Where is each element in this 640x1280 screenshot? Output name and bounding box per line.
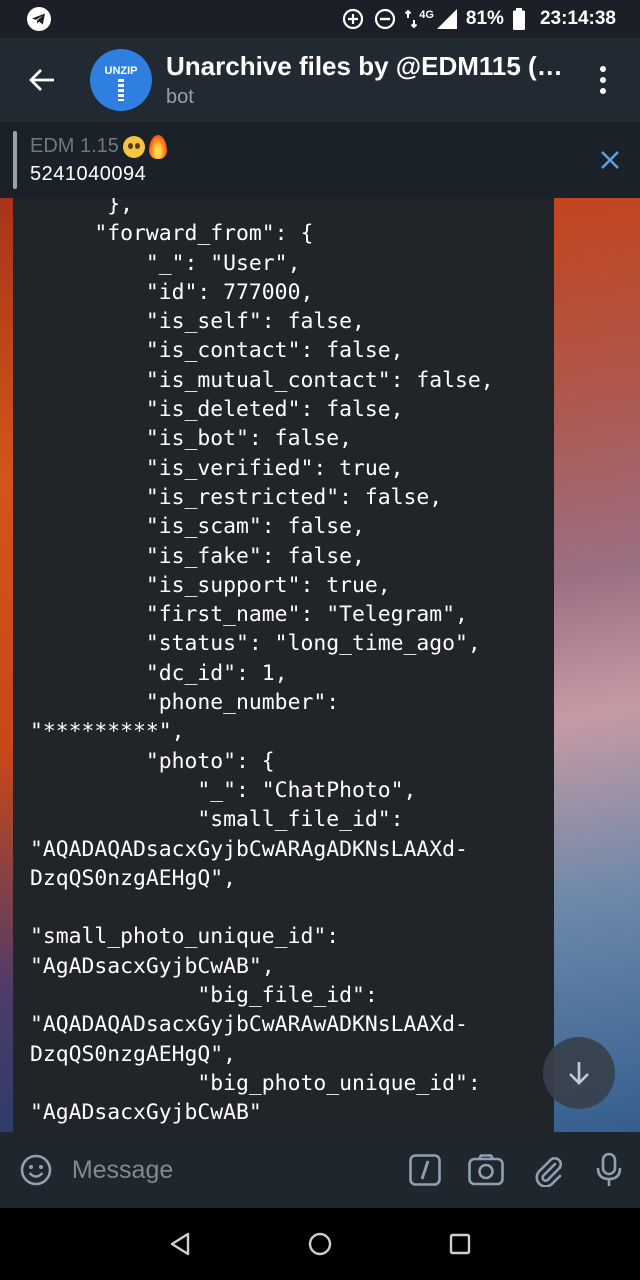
status-bar: 4G 81% 23:14:38 <box>0 0 640 38</box>
more-options-button[interactable] <box>566 38 640 122</box>
message-line <box>30 893 554 922</box>
message-composer <box>0 1132 640 1208</box>
reply-content: EDM 1.15 5241040094 <box>30 134 580 186</box>
nav-home-button[interactable] <box>292 1216 348 1272</box>
more-vert-icon <box>600 66 606 72</box>
arrow-down-icon <box>569 1062 589 1085</box>
message-line: "is_verified": true, <box>30 455 404 481</box>
nav-back-button[interactable] <box>152 1216 208 1272</box>
battery-icon <box>512 7 526 31</box>
message-line: "_": "User", <box>30 250 301 276</box>
reply-author: EDM 1.15 <box>30 134 580 159</box>
message-line: "is_bot": false, <box>30 426 352 452</box>
camera-icon <box>468 1154 504 1186</box>
message-line: "is_deleted": false, <box>30 397 404 423</box>
battery-percent: 81% <box>465 8 504 29</box>
message-line: "is_support": true, <box>30 572 391 598</box>
dnd-icon <box>373 7 397 31</box>
message-line: "is_self": false, <box>30 309 365 335</box>
zipper-icon <box>118 79 124 101</box>
network-type-label: 4G <box>419 9 434 21</box>
camera-button[interactable] <box>455 1132 517 1208</box>
data-saver-icon <box>341 7 365 31</box>
back-arrow-icon <box>29 69 54 91</box>
message-line: DzqQS0nzgAEHgQ", <box>30 865 237 891</box>
bot-command-button[interactable] <box>394 1132 456 1208</box>
message-line: "big_file_id": <box>30 983 378 1009</box>
reply-author-name: EDM 1.15 <box>30 135 119 157</box>
message-line: "small_photo_unique_id": <box>30 924 340 950</box>
message-line: DzqQS0nzgAEHgQ", <box>30 1041 237 1067</box>
chat-messages-area[interactable]: }, "forward_from": { "_": "User", "id": … <box>0 198 640 1132</box>
pleading-face-emoji-icon <box>122 135 145 158</box>
chat-subtitle: bot <box>166 86 194 108</box>
nav-recents-icon <box>449 1233 471 1255</box>
attach-icon <box>535 1157 562 1187</box>
message-line: "is_restricted": false, <box>30 484 443 510</box>
close-reply-button[interactable] <box>580 122 640 198</box>
bot-command-icon <box>408 1154 441 1186</box>
message-line: "status": "long_time_ago", <box>30 631 481 657</box>
message-line: "AQADAQADsacxGyjbCwARAwADKNsLAAXd- <box>30 1012 468 1038</box>
emoji-icon <box>20 1154 52 1186</box>
clock: 23:14:38 <box>539 8 616 29</box>
nav-home-icon <box>308 1232 332 1256</box>
message-input[interactable] <box>71 1132 394 1208</box>
message-line: "small_file_id": <box>30 807 404 833</box>
chat-title-block[interactable]: Unarchive files by @EDM115 (… bot <box>166 51 566 109</box>
nav-recents-button[interactable] <box>432 1216 488 1272</box>
message-line: "dc_id": 1, <box>30 660 288 686</box>
telegram-icon <box>26 6 52 32</box>
message-line: }, <box>30 198 134 217</box>
message-line: "is_scam": false, <box>30 514 365 540</box>
message-line: "big_photo_unique_id": <box>30 1070 481 1096</box>
message-line: "AgADsacxGyjbCwAB" <box>30 1100 262 1126</box>
message-line: "photo": { <box>30 748 275 774</box>
message-line: "AgADsacxGyjbCwAB", <box>30 953 275 979</box>
back-button[interactable] <box>0 38 84 122</box>
voice-record-button[interactable] <box>578 1132 640 1208</box>
system-navigation-bar <box>0 1208 640 1280</box>
message-line: "forward_from": { <box>30 221 314 247</box>
message-line: "*********", <box>30 719 185 745</box>
message-line: "id": 777000, <box>30 279 314 305</box>
avatar-label: UNZIP <box>104 65 138 77</box>
mic-icon <box>596 1152 622 1186</box>
message-line: "phone_number": <box>30 690 340 716</box>
reply-preview-bar[interactable]: EDM 1.15 5241040094 <box>0 122 640 198</box>
message-line: "AQADAQADsacxGyjbCwARAgADKNsLAAXd- <box>30 836 468 862</box>
message-line: "first_name": "Telegram", <box>30 602 468 628</box>
message-text: }, "forward_from": { "_": "User", "id": … <box>13 198 554 1128</box>
reply-indicator-line <box>13 131 17 189</box>
close-icon <box>601 151 619 169</box>
avatar[interactable]: UNZIP <box>90 49 152 111</box>
message-bubble[interactable]: }, "forward_from": { "_": "User", "id": … <box>13 198 554 1132</box>
message-line: "is_mutual_contact": false, <box>30 367 494 393</box>
attach-button[interactable] <box>517 1132 579 1208</box>
message-line: "is_contact": false, <box>30 338 404 364</box>
message-line: "_": "ChatPhoto", <box>30 777 417 803</box>
reply-text: 5241040094 <box>30 162 147 185</box>
wallpaper-right <box>550 198 640 1132</box>
chat-header: UNZIP Unarchive files by @EDM115 (… bot <box>0 38 640 122</box>
chat-title: Unarchive files by @EDM115 (… <box>166 51 563 81</box>
nav-back-icon <box>170 1232 190 1256</box>
scroll-down-button[interactable] <box>543 1037 615 1109</box>
fire-emoji-icon <box>148 134 167 159</box>
message-line: "is_fake": false, <box>30 543 365 569</box>
emoji-button[interactable] <box>0 1132 72 1208</box>
signal-icon: 4G <box>405 7 458 31</box>
